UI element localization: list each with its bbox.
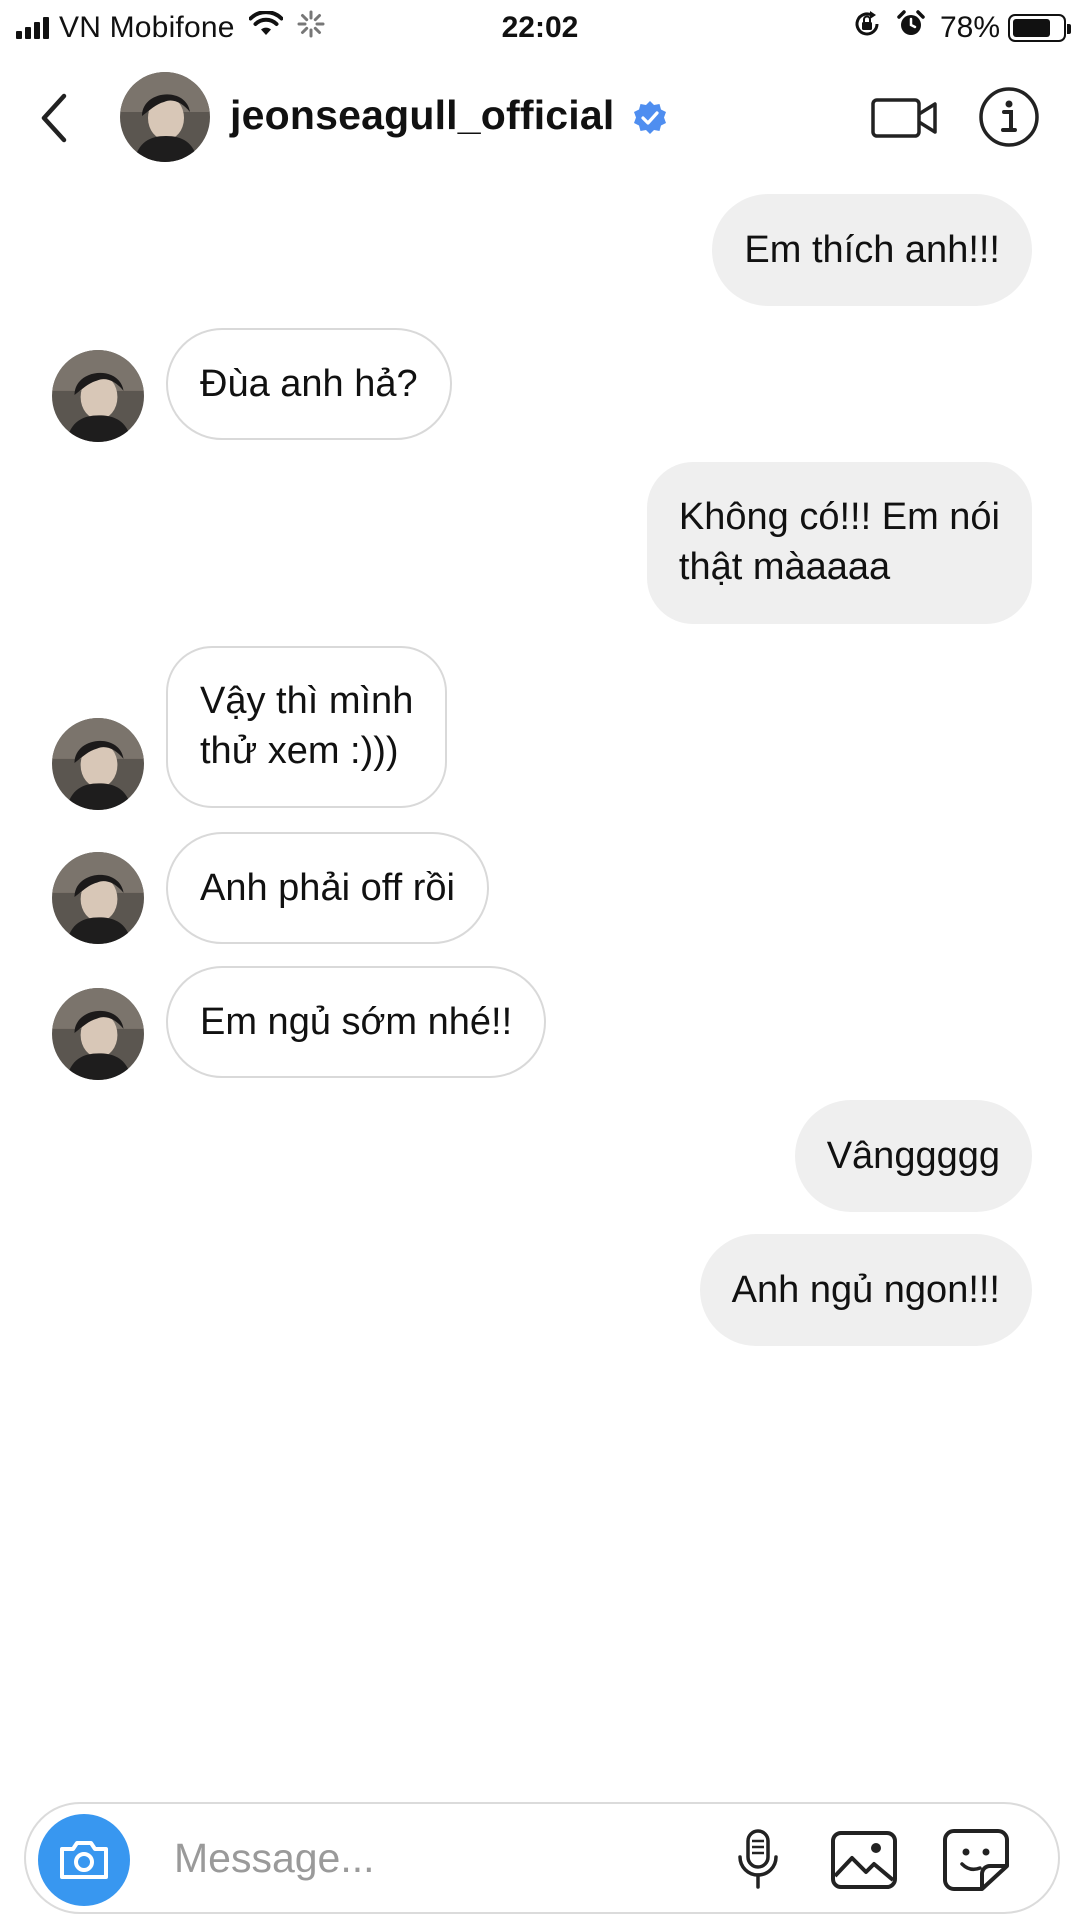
message-text: Vânggggg — [826, 1135, 1000, 1177]
message-text: Em thích anh!!! — [744, 229, 1000, 271]
message-sent[interactable]: Không có!!! Em nói thật màaaaa — [646, 462, 1032, 624]
signal-icon — [16, 17, 49, 39]
avatar[interactable] — [52, 350, 144, 442]
message-received[interactable]: Đùa anh hả? — [166, 328, 452, 440]
activity-spinner-icon — [297, 10, 325, 46]
message-text-line: Không có!!! Em nói — [678, 496, 1000, 538]
message-sent[interactable]: Anh ngủ ngon!!! — [699, 1234, 1032, 1346]
alarm-icon — [896, 9, 926, 47]
message-input[interactable] — [174, 1826, 694, 1890]
back-chevron-icon[interactable] — [26, 86, 82, 150]
avatar[interactable] — [52, 718, 144, 810]
avatar[interactable] — [52, 852, 144, 944]
message-received[interactable]: Vậy thì mình thử xem :))) — [166, 646, 448, 808]
wifi-icon — [248, 10, 284, 45]
message-text-line: Vậy thì mình — [200, 680, 414, 722]
message-text: Anh ngủ ngon!!! — [731, 1269, 1000, 1311]
message-text: Em ngủ sớm nhé!! — [200, 1001, 513, 1043]
message-composer — [24, 1802, 1060, 1914]
message-text: Đùa anh hả? — [200, 363, 418, 405]
orientation-lock-icon — [852, 9, 882, 47]
info-icon[interactable] — [978, 86, 1040, 148]
message-text-line: thật màaaaa — [678, 546, 891, 588]
microphone-icon[interactable] — [726, 1826, 790, 1894]
status-bar: VN Mobifone 22:02 78% — [0, 0, 1080, 56]
gallery-icon[interactable] — [828, 1826, 900, 1894]
camera-icon[interactable] — [38, 1814, 130, 1906]
sticker-icon[interactable] — [940, 1826, 1012, 1894]
avatar[interactable] — [52, 988, 144, 1080]
carrier-name: VN Mobifone — [59, 11, 235, 44]
message-received[interactable]: Em ngủ sớm nhé!! — [166, 966, 547, 1078]
battery-icon — [1008, 14, 1071, 42]
avatar[interactable] — [120, 72, 210, 162]
video-call-icon[interactable] — [870, 88, 940, 148]
chat-header: jeonseagull_official — [0, 58, 1080, 178]
message-received[interactable]: Anh phải off rồi — [166, 832, 489, 944]
chat-username[interactable]: jeonseagull_official — [230, 92, 615, 139]
message-text: Anh phải off rồi — [200, 867, 455, 909]
battery-percent: 78% — [939, 11, 1000, 44]
message-sent[interactable]: Vânggggg — [794, 1100, 1032, 1212]
message-sent[interactable]: Em thích anh!!! — [712, 194, 1032, 306]
message-text-line: thử xem :))) — [200, 730, 399, 772]
verified-badge-icon — [632, 100, 668, 136]
